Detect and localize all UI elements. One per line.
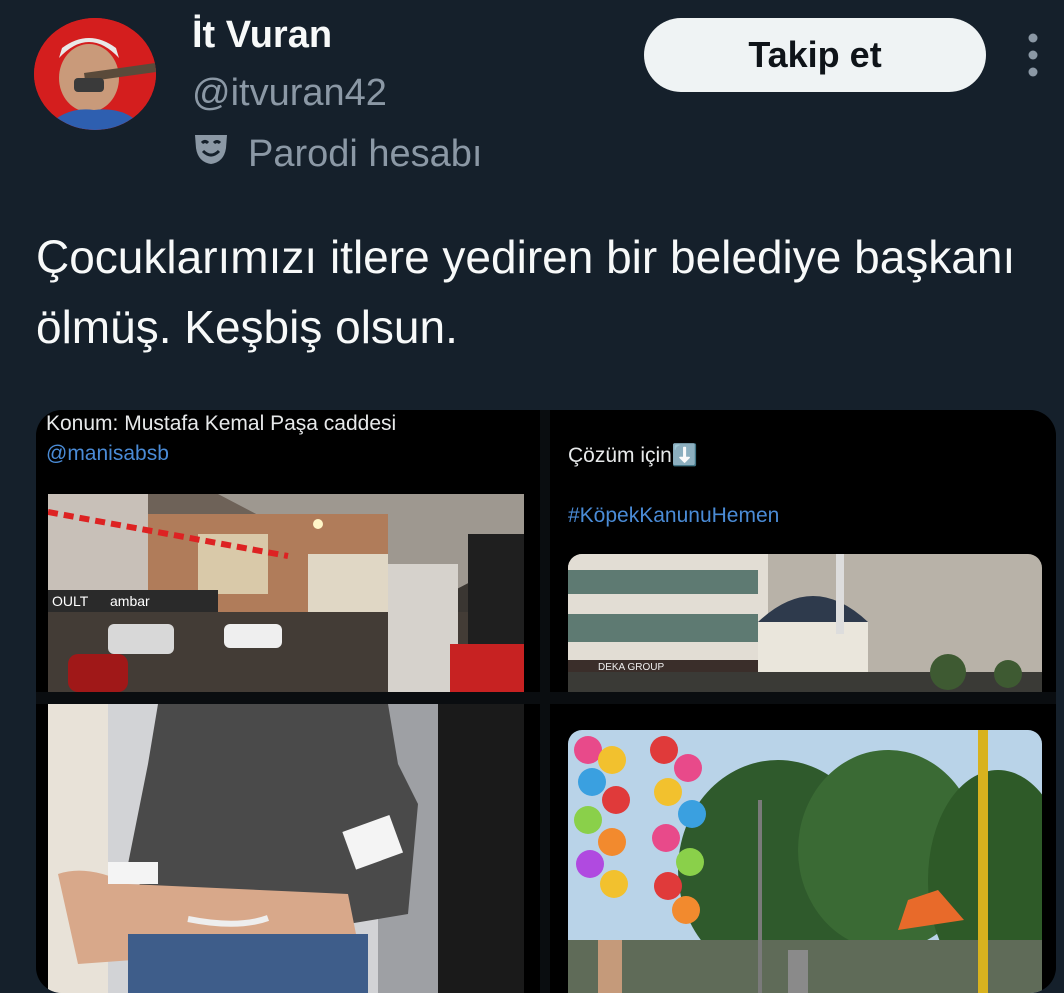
more-vertical-icon[interactable] — [1018, 30, 1048, 80]
media-image-street[interactable]: Konum: Mustafa Kemal Paşa caddesi @manis… — [36, 410, 540, 692]
display-name[interactable]: İt Vuran — [192, 14, 332, 57]
mosque-photo: DEKA GROUP — [568, 554, 1042, 692]
media-image-child[interactable] — [36, 704, 540, 993]
media-image-mosque[interactable]: Çözüm için⬇️ #KöpekKanunuHemen DEKA GROU… — [550, 410, 1056, 692]
shop-sign-text: ambar — [110, 593, 150, 609]
parody-label: Parodi hesabı — [248, 132, 483, 175]
avatar[interactable] — [34, 18, 156, 130]
follow-button[interactable]: Takip et — [644, 18, 986, 92]
parody-badge: Parodi hesabı — [192, 132, 483, 176]
image-hashtag: #KöpekKanunuHemen — [568, 504, 780, 527]
image-caption: Çözüm için⬇️ — [568, 444, 699, 467]
theater-mask-icon — [192, 132, 230, 176]
street-photo: OULT ambar — [48, 494, 524, 692]
child-photo — [48, 704, 524, 993]
shop-sign-text: OULT — [52, 593, 89, 609]
park-photo — [568, 730, 1042, 993]
image-caption: Konum: Mustafa Kemal Paşa caddesi — [46, 412, 397, 435]
avatar-photo — [34, 18, 156, 130]
building-sign-text: DEKA GROUP — [598, 662, 664, 673]
media-image-park[interactable] — [550, 704, 1056, 993]
image-mention: @manisabsb — [46, 442, 169, 465]
media-grid: Konum: Mustafa Kemal Paşa caddesi @manis… — [36, 410, 1056, 993]
user-handle[interactable]: @itvuran42 — [192, 72, 387, 115]
tweet-text: Çocuklarımızı itlere yediren bir belediy… — [36, 231, 1016, 353]
